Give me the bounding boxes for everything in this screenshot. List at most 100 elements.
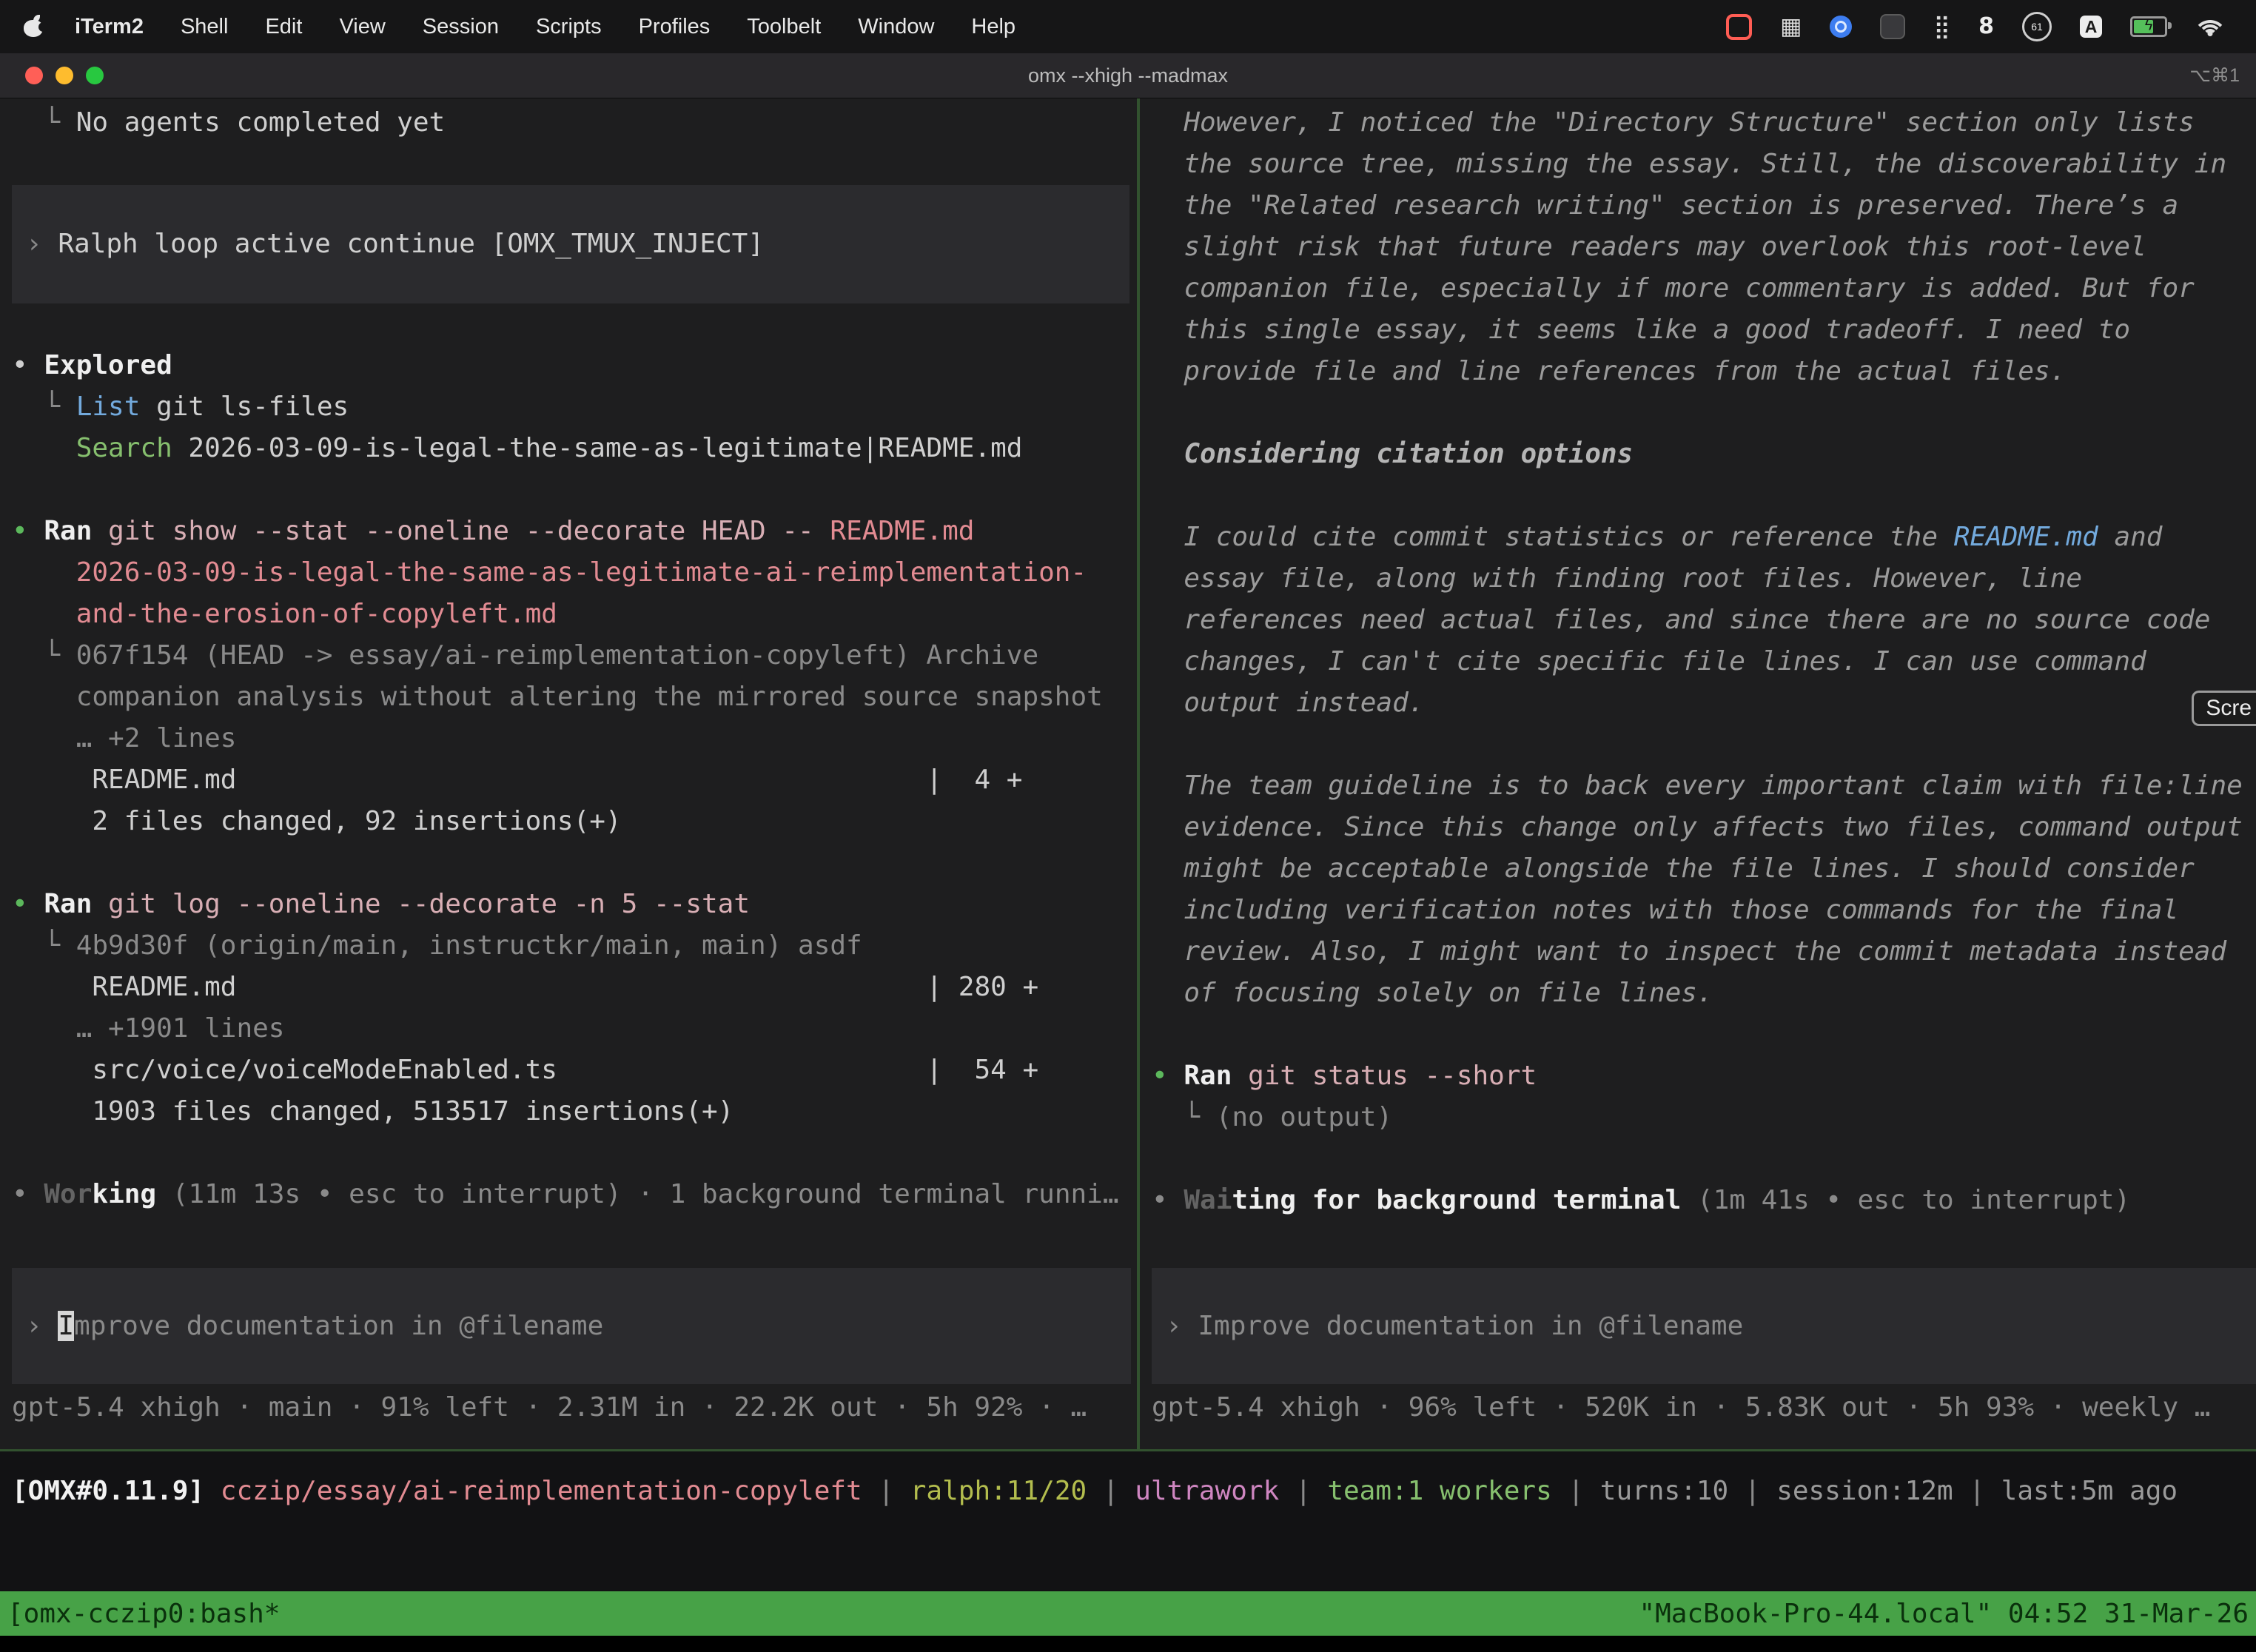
terminal-line: evidence. Since this change only affects… bbox=[1152, 807, 2256, 848]
terminal-line: Search 2026-03-09-is-legal-the-same-as-l… bbox=[12, 428, 1137, 469]
window-hotkey-label: ⌥⌘1 bbox=[2189, 64, 2240, 87]
menu-item-iterm2[interactable]: iTerm2 bbox=[56, 15, 162, 39]
tmux-session-label: [omx-cczip0:bash* bbox=[7, 1599, 280, 1629]
right-model-status-line: gpt-5.4 xhigh · 96% left · 520K in · 5.8… bbox=[1152, 1387, 2210, 1428]
apple-icon[interactable] bbox=[24, 17, 43, 37]
menu-bar: iTerm2 Shell Edit View Session Scripts P… bbox=[0, 0, 2256, 53]
terminal-line: slight risk that future readers may over… bbox=[1152, 226, 2256, 268]
terminal-line: output instead. bbox=[1152, 682, 2256, 724]
menu-item-view[interactable]: View bbox=[320, 15, 403, 39]
terminal-line: README.md | 4 + bbox=[12, 759, 1137, 801]
terminal-line: the source tree, missing the essay. Stil… bbox=[1152, 144, 2256, 185]
screen-record-stop-icon[interactable] bbox=[1726, 14, 1752, 40]
letter-a-icon[interactable]: A bbox=[2080, 16, 2102, 38]
right-terminal-pane[interactable]: However, I noticed the "Directory Struct… bbox=[1140, 98, 2256, 1449]
terminal-line: this single essay, it seems like a good … bbox=[1152, 309, 2256, 351]
terminal-line: └ List git ls-files bbox=[12, 386, 1137, 428]
menu-bar-status-icons: ▦ ⣿ 8 61 A ϟ bbox=[1726, 12, 2238, 41]
terminal-line bbox=[1152, 1014, 2256, 1055]
wifi-icon[interactable] bbox=[2195, 16, 2225, 38]
terminal-line: 1903 files changed, 513517 insertions(+) bbox=[12, 1091, 1137, 1132]
menu-item-session[interactable]: Session bbox=[404, 15, 517, 39]
tmux-panes: └ No agents completed yet › Ralph loop ac… bbox=[0, 98, 2256, 1449]
minimize-button[interactable] bbox=[56, 67, 73, 84]
menu-item-window[interactable]: Window bbox=[839, 15, 953, 39]
terminal-line: 2026-03-09-is-legal-the-same-as-legitima… bbox=[12, 552, 1137, 594]
dots-grid-icon[interactable]: ⣿ bbox=[1933, 16, 1950, 38]
terminal-line: including verification notes with those … bbox=[1152, 890, 2256, 931]
digit-8-icon[interactable]: 8 bbox=[1978, 16, 1994, 38]
terminal-line: [OMX#0.11.9] cczip/essay/ai-reimplementa… bbox=[12, 1471, 2256, 1512]
gauge-icon[interactable]: 61 bbox=[2022, 12, 2052, 41]
left-terminal-pane[interactable]: └ No agents completed yet › Ralph loop ac… bbox=[0, 98, 1137, 1449]
terminal-line: • Working (11m 13s • esc to interrupt) ·… bbox=[12, 1174, 1137, 1215]
dark-app-icon[interactable] bbox=[1880, 14, 1905, 39]
tmux-status-bar: [omx-cczip0:bash* "MacBook-Pro-44.local"… bbox=[0, 1591, 2256, 1636]
terminal-line bbox=[1152, 1138, 2256, 1180]
terminal-line bbox=[1152, 392, 2256, 434]
terminal-window: └ No agents completed yet › Ralph loop ac… bbox=[0, 98, 2256, 1652]
menu-item-edit[interactable]: Edit bbox=[246, 15, 320, 39]
left-pane-output: └ No agents completed yet › Ralph loop ac… bbox=[12, 102, 1137, 1215]
tmux-host-clock-label: "MacBook-Pro-44.local" 04:52 31-Mar-26 bbox=[1639, 1599, 2249, 1629]
inject-banner: › Ralph loop active continue [OMX_TMUX_I… bbox=[12, 185, 1129, 303]
terminal-line bbox=[12, 303, 1137, 345]
window-grid-icon[interactable]: ▦ bbox=[1780, 16, 1802, 38]
terminal-line: review. Also, I might want to inspect th… bbox=[1152, 931, 2256, 973]
terminal-line: 2 files changed, 92 insertions(+) bbox=[12, 801, 1137, 842]
menu-item-toolbelt[interactable]: Toolbelt bbox=[728, 15, 839, 39]
menu-item-shell[interactable]: Shell bbox=[162, 15, 247, 39]
terminal-line bbox=[12, 469, 1137, 511]
terminal-line: › Improve documentation in @filename bbox=[26, 1306, 603, 1347]
terminal-line: • Ran git show --stat --oneline --decora… bbox=[12, 511, 1137, 552]
omx-status-line: [OMX#0.11.9] cczip/essay/ai-reimplementa… bbox=[12, 1471, 2256, 1512]
menu-item-scripts[interactable]: Scripts bbox=[517, 15, 620, 39]
terminal-line: might be acceptable alongside the file l… bbox=[1152, 848, 2256, 890]
terminal-line: essay file, along with finding root file… bbox=[1152, 558, 2256, 600]
window-title-bar[interactable]: omx --xhigh --madmax ⌥⌘1 bbox=[0, 53, 2256, 98]
terminal-line: README.md | 280 + bbox=[12, 967, 1137, 1008]
traffic-lights bbox=[25, 67, 104, 84]
terminal-line: The team guideline is to back every impo… bbox=[1152, 765, 2256, 807]
terminal-line: However, I noticed the "Directory Struct… bbox=[1152, 102, 2256, 144]
left-model-status-line: gpt-5.4 xhigh · main · 91% left · 2.31M … bbox=[12, 1387, 1087, 1428]
menu-item-profiles[interactable]: Profiles bbox=[620, 15, 729, 39]
terminal-line: … +2 lines bbox=[12, 718, 1137, 759]
terminal-line: • Waiting for background terminal (1m 41… bbox=[1152, 1180, 2256, 1221]
terminal-line bbox=[1152, 475, 2256, 517]
terminal-line: companion analysis without altering the … bbox=[12, 676, 1137, 718]
terminal-line: the "Related research writing" section i… bbox=[1152, 185, 2256, 226]
screen-overlay-button[interactable]: Scre bbox=[2192, 691, 2256, 726]
terminal-line: └ 4b9d30f (origin/main, instructkr/main,… bbox=[12, 925, 1137, 967]
terminal-line bbox=[12, 144, 1137, 185]
terminal-line: • Ran git status --short bbox=[1152, 1055, 2256, 1097]
terminal-line: and-the-erosion-of-copyleft.md bbox=[12, 594, 1137, 635]
terminal-line bbox=[12, 842, 1137, 884]
terminal-line: I could cite commit statistics or refere… bbox=[1152, 517, 2256, 558]
terminal-line: └ No agents completed yet bbox=[12, 102, 1137, 144]
omx-status-bar: [OMX#0.11.9] cczip/essay/ai-reimplementa… bbox=[0, 1449, 2256, 1591]
right-prompt-input[interactable]: › Improve documentation in @filename bbox=[1152, 1268, 2256, 1384]
menu-items: iTerm2 Shell Edit View Session Scripts P… bbox=[56, 15, 1034, 39]
terminal-line: … +1901 lines bbox=[12, 1008, 1137, 1050]
terminal-line: of focusing solely on file lines. bbox=[1152, 973, 2256, 1014]
battery-icon[interactable]: ϟ bbox=[2130, 16, 2167, 37]
terminal-line: references need actual files, and since … bbox=[1152, 600, 2256, 641]
terminal-line bbox=[1152, 724, 2256, 765]
window-title: omx --xhigh --madmax bbox=[1028, 64, 1228, 87]
close-button[interactable] bbox=[25, 67, 43, 84]
terminal-line: changes, I can't cite specific file line… bbox=[1152, 641, 2256, 682]
terminal-line: Considering citation options bbox=[1152, 434, 2256, 475]
right-pane-output: However, I noticed the "Directory Struct… bbox=[1152, 102, 2256, 1221]
left-prompt-input[interactable]: › Improve documentation in @filename bbox=[12, 1268, 1131, 1384]
terminal-line: src/voice/voiceModeEnabled.ts | 54 + bbox=[12, 1050, 1137, 1091]
menu-item-help[interactable]: Help bbox=[953, 15, 1034, 39]
terminal-line: • Explored bbox=[12, 345, 1137, 386]
terminal-line: provide file and line references from th… bbox=[1152, 351, 2256, 392]
blue-app-icon[interactable] bbox=[1830, 16, 1852, 38]
terminal-line: › Improve documentation in @filename bbox=[1166, 1306, 1743, 1347]
terminal-line: └ 067f154 (HEAD -> essay/ai-reimplementa… bbox=[12, 635, 1137, 676]
charging-bolt-icon: ϟ bbox=[2145, 18, 2153, 35]
terminal-line: › Ralph loop active continue [OMX_TMUX_I… bbox=[26, 224, 764, 265]
zoom-button[interactable] bbox=[86, 67, 104, 84]
